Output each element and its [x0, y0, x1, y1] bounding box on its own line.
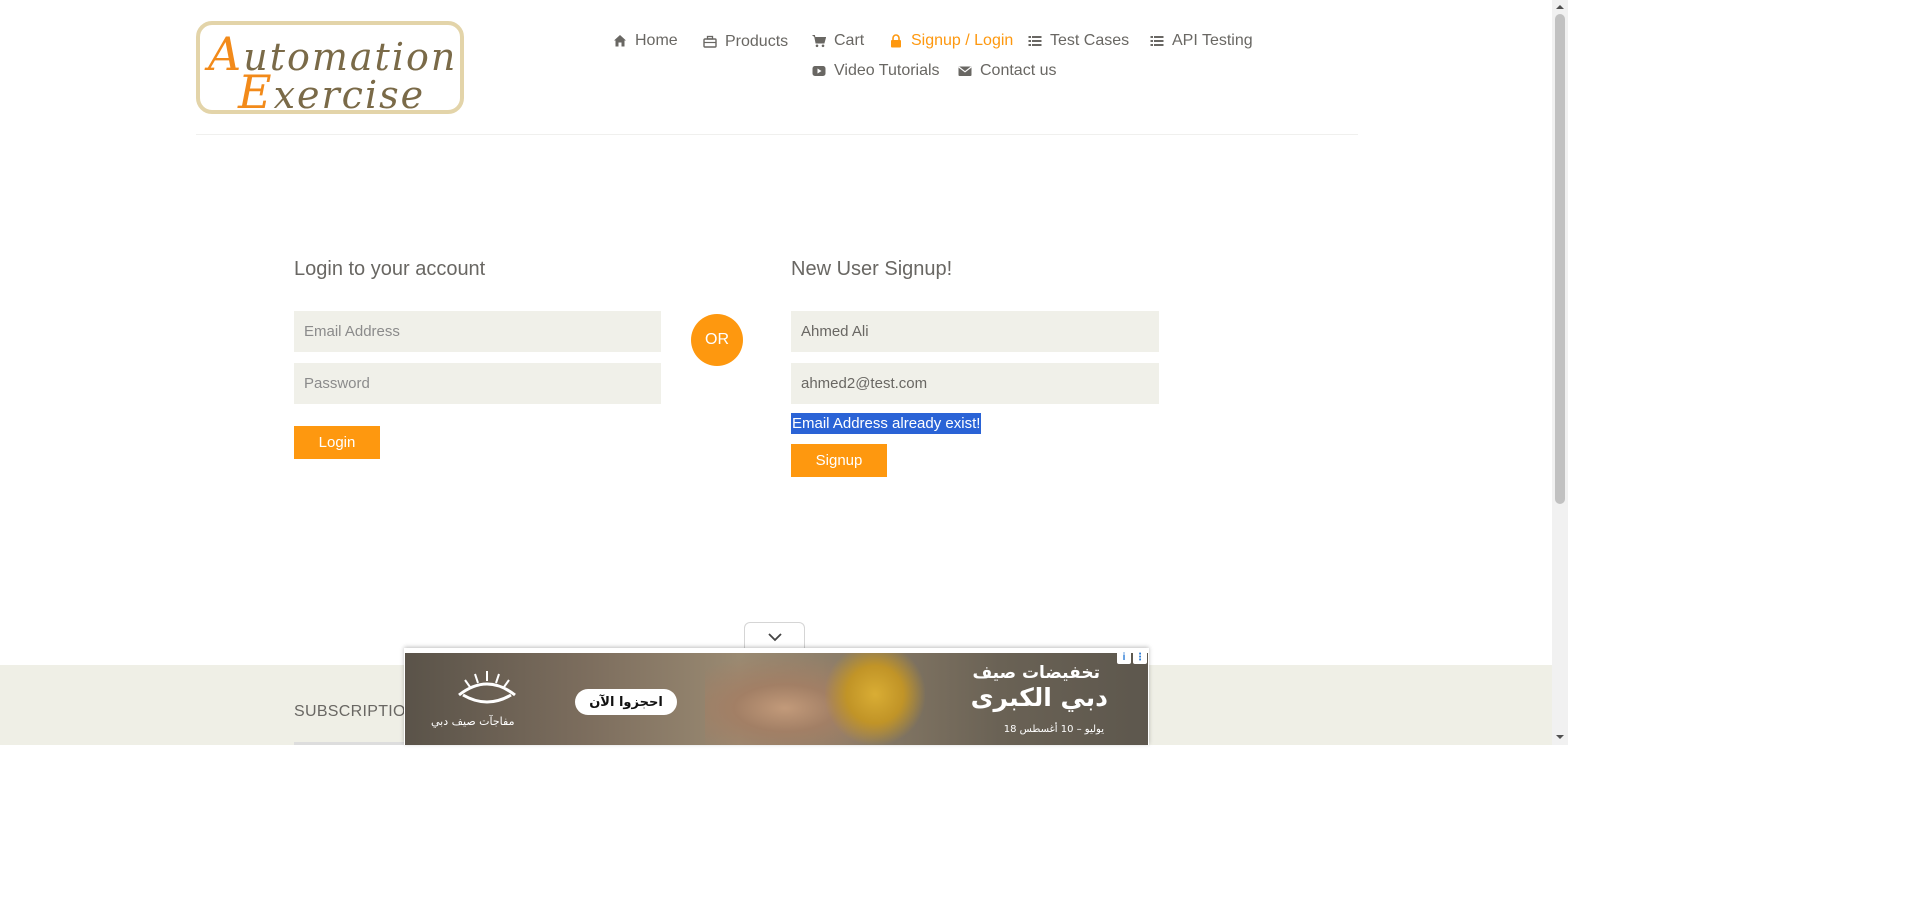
home-icon — [614, 35, 626, 47]
nav-video-tutorials[interactable]: Video Tutorials — [812, 62, 940, 80]
nav-products[interactable]: Products — [703, 33, 788, 51]
signup-title: New User Signup! — [791, 258, 953, 280]
site-logo[interactable]: Automation Exercise — [196, 21, 464, 114]
nav-test-cases-label: Test Cases — [1050, 32, 1130, 49]
lock-icon — [891, 34, 901, 48]
scroll-up-arrow-icon[interactable] — [1555, 2, 1565, 12]
nav-contact-us-label: Contact us — [980, 62, 1057, 79]
ad-mascot-image — [825, 653, 925, 745]
logo-line-2: Exercise — [238, 65, 426, 114]
nav-cart[interactable]: Cart — [812, 32, 864, 50]
nav-api-testing[interactable]: API Testing — [1150, 32, 1253, 50]
briefcase-icon — [703, 35, 717, 48]
chevron-down-icon — [767, 632, 782, 641]
ad-cta-button[interactable]: احجزوا الآن — [575, 689, 677, 715]
subscription-email-input[interactable] — [294, 742, 414, 745]
ad-brand-logo-icon — [458, 671, 516, 704]
ad-headline-small: تخفيضات صيف — [972, 663, 1100, 683]
login-title: Login to your account — [294, 258, 486, 280]
ad-info-icon[interactable]: i — [1117, 650, 1131, 664]
ad-more-icon[interactable]: ⋮ — [1133, 650, 1147, 664]
subscription-title: SUBSCRIPTIO — [294, 703, 406, 720]
ad-banner-frame[interactable]: مفاجآت صيف دبي احجزوا الآن تخفيضات صيف د… — [404, 648, 1149, 745]
signup-name-input[interactable] — [791, 311, 1159, 352]
nav-products-label: Products — [725, 33, 789, 50]
nav-signup-login[interactable]: Signup / Login — [889, 32, 1013, 50]
ad-collapse-button[interactable] — [744, 622, 805, 650]
ad-brand-text: مفاجآت صيف دبي — [431, 715, 515, 728]
signup-error-message: Email Address already exist! — [791, 413, 982, 434]
youtube-play-icon — [812, 66, 826, 76]
nav-api-testing-label: API Testing — [1172, 32, 1253, 49]
nav-video-tutorials-label: Video Tutorials — [834, 62, 940, 79]
login-email-input[interactable] — [294, 311, 661, 352]
nav-home-label: Home — [635, 32, 678, 49]
or-divider: OR — [691, 314, 743, 366]
header-divider — [196, 134, 1358, 135]
scrollbar-thumb[interactable] — [1555, 14, 1565, 504]
nav-contact-us[interactable]: Contact us — [958, 62, 1056, 80]
envelope-icon — [958, 66, 972, 76]
ad-banner-image[interactable]: مفاجآت صيف دبي احجزوا الآن تخفيضات صيف د… — [405, 653, 1148, 745]
scroll-down-arrow-icon[interactable] — [1555, 732, 1565, 742]
nav-test-cases[interactable]: Test Cases — [1028, 32, 1129, 50]
nav-signup-login-label: Signup / Login — [911, 32, 1014, 49]
list-icon — [1150, 36, 1164, 46]
login-button[interactable]: Login — [294, 426, 380, 459]
list-icon — [1028, 36, 1042, 46]
login-password-input[interactable] — [294, 363, 661, 404]
ad-dates: 18 يوليو – 10 أغسطس — [1003, 724, 1104, 735]
nav-home[interactable]: Home — [613, 32, 678, 50]
ad-headline-big: دبي الكبرى — [970, 683, 1108, 712]
signup-button[interactable]: Signup — [791, 444, 887, 477]
signup-email-input[interactable] — [791, 363, 1159, 404]
nav-cart-label: Cart — [834, 32, 865, 49]
cart-icon — [812, 35, 826, 48]
ad-controls: i ⋮ — [1117, 650, 1147, 664]
